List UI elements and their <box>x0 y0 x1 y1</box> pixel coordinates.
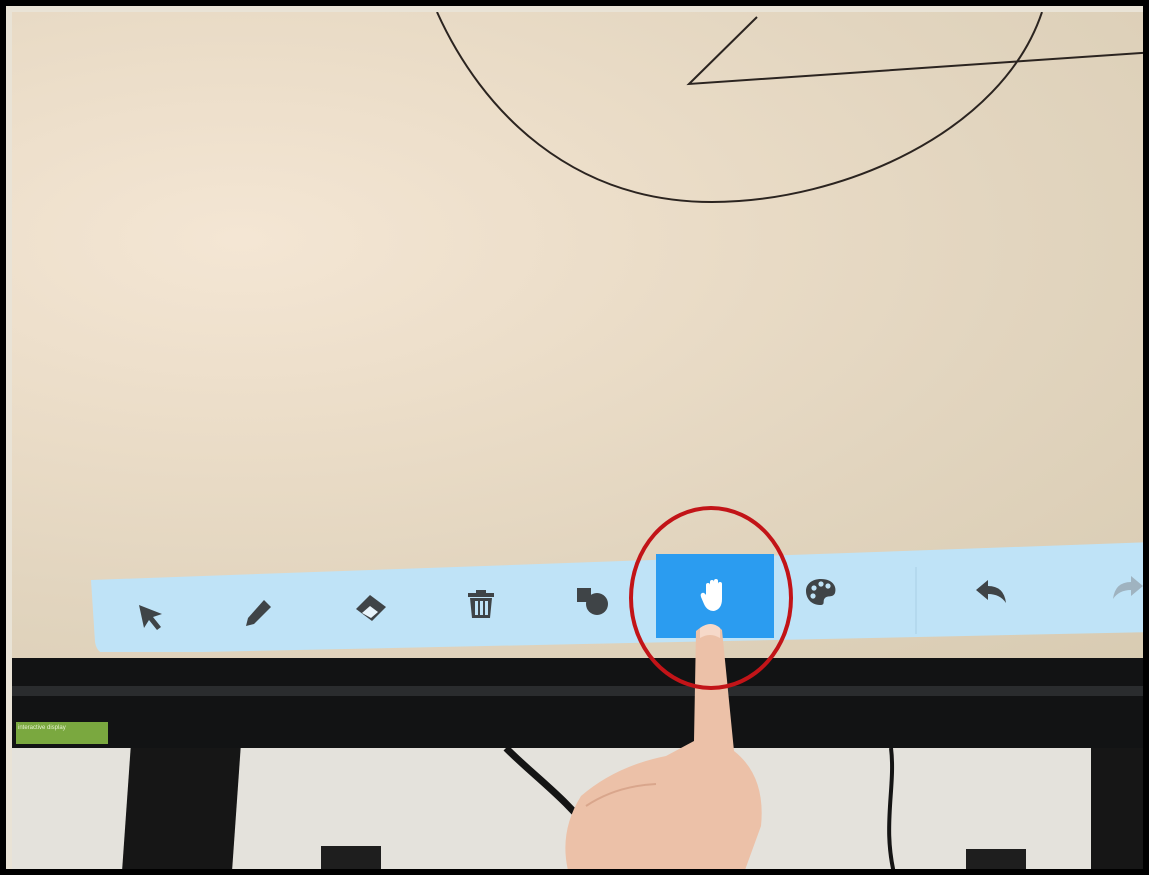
user-finger <box>565 624 762 869</box>
photo-frame: interactive display <box>0 0 1149 875</box>
